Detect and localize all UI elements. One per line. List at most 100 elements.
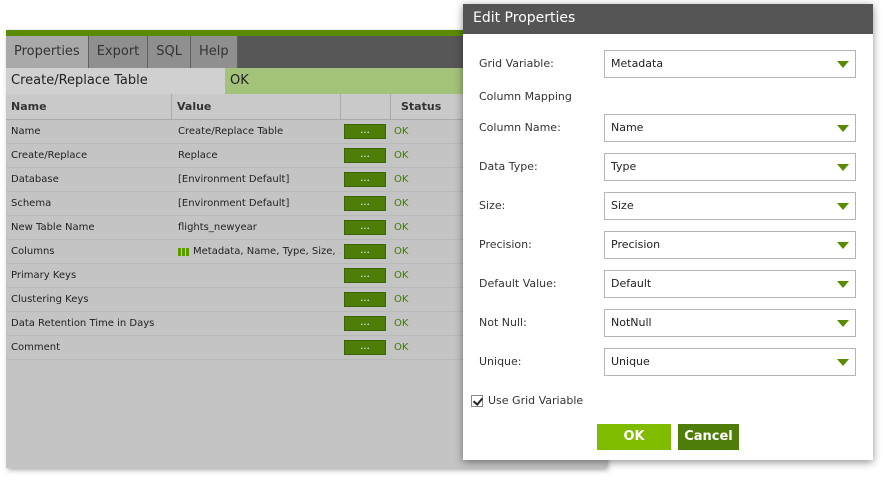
tab-sql[interactable]: SQL [148,36,191,68]
property-value: Metadata, Name, Type, Size, ... [171,246,340,257]
property-value-text: flights_newyear [178,222,257,233]
edit-cell: ... [340,124,390,139]
property-name: Clustering Keys [11,294,89,305]
edit-cell: ... [340,196,390,211]
property-value-text: Replace [178,150,218,161]
property-value: [Environment Default] [171,198,340,209]
property-value-text: [Environment Default] [178,198,290,209]
mapping-field-row: Data Type: Type [463,153,873,181]
use-grid-variable-label: Use Grid Variable [488,394,584,407]
tab-help[interactable]: Help [191,36,238,68]
property-name: New Table Name [11,222,95,233]
property-value: [Environment Default] [171,174,340,185]
grid-variable-row: Grid Variable: Metadata [463,50,873,78]
ok-button[interactable]: OK [597,424,671,450]
tab-properties[interactable]: Properties [6,36,89,68]
chevron-down-icon [837,242,849,249]
edit-property-button[interactable]: ... [344,292,386,307]
header-button-column [340,94,390,119]
property-value-text: [Environment Default] [178,174,290,185]
mapping-field-value: Size [611,199,634,212]
grid-icon-bar [178,247,181,256]
mapping-field-value: Type [611,160,637,173]
mapping-field-value: NotNull [611,316,652,329]
use-grid-variable-checkbox[interactable]: Use Grid Variable [471,394,583,407]
chevron-down-icon [837,203,849,210]
grid-variable-value: Metadata [611,57,664,70]
property-name: Data Retention Time in Days [11,318,155,329]
edit-cell: ... [340,244,390,259]
chevron-down-icon [837,164,849,171]
mapping-field-select[interactable]: NotNull [604,309,856,337]
chevron-down-icon [837,125,849,132]
property-name: Comment [11,342,60,353]
mapping-field-value: Precision [611,238,661,251]
column-mapping-label: Column Mapping [479,90,572,103]
edit-property-button[interactable]: ... [344,316,386,331]
mapping-field-row: Column Name: Name [463,114,873,142]
property-name: Schema [11,198,52,209]
edit-property-button[interactable]: ... [344,244,386,259]
grid-icon-bar [186,247,189,256]
mapping-field-row: Default Value: Default [463,270,873,298]
screen: Properties Export SQL Help Create/Replac… [0,0,883,480]
edit-cell: ... [340,340,390,355]
mapping-field-row: Not Null: NotNull [463,309,873,337]
chevron-down-icon [837,281,849,288]
mapping-field-label: Default Value: [479,277,557,290]
grid-icon [178,247,189,256]
grid-variable-select[interactable]: Metadata [604,50,856,78]
checkbox-checked-icon[interactable] [471,394,483,407]
mapping-field-label: Size: [479,199,506,212]
property-name: Name [11,126,41,137]
property-name: Database [11,174,59,185]
mapping-field-select[interactable]: Default [604,270,856,298]
mapping-field-select[interactable]: Precision [604,231,856,259]
cancel-button[interactable]: Cancel [678,424,739,450]
edit-properties-dialog: Edit Properties Grid Variable: Metadata … [463,4,873,460]
edit-cell: ... [340,316,390,331]
mapping-field-label: Unique: [479,355,522,368]
mapping-field-select[interactable]: Unique [604,348,856,376]
edit-cell: ... [340,292,390,307]
header-name: Name [11,100,47,113]
mapping-field-label: Column Name: [479,121,561,134]
edit-property-button[interactable]: ... [344,340,386,355]
mapping-field-select[interactable]: Size [604,192,856,220]
property-value-text: Create/Replace Table [178,126,284,137]
edit-property-button[interactable]: ... [344,268,386,283]
mapping-field-select[interactable]: Type [604,153,856,181]
grid-variable-label: Grid Variable: [479,57,554,70]
mapping-field-value: Name [611,121,644,134]
mapping-field-label: Not Null: [479,316,527,329]
mapping-field-row: Size: Size [463,192,873,220]
property-value-text: Metadata, Name, Type, Size, ... [193,246,340,257]
dialog-title: Edit Properties [463,4,873,34]
mapping-field-value: Unique [611,355,650,368]
chevron-down-icon [837,320,849,327]
edit-cell: ... [340,220,390,235]
property-value: Create/Replace Table [171,126,340,137]
header-value: Value [171,94,340,119]
mapping-field-select[interactable]: Name [604,114,856,142]
edit-property-button[interactable]: ... [344,124,386,139]
mapping-field-row: Precision: Precision [463,231,873,259]
mapping-field-value: Default [611,277,652,290]
edit-property-button[interactable]: ... [344,148,386,163]
mapping-field-row: Unique: Unique [463,348,873,376]
tab-export[interactable]: Export [88,36,149,68]
edit-property-button[interactable]: ... [344,172,386,187]
edit-cell: ... [340,268,390,283]
grid-icon-bar [182,247,185,256]
edit-cell: ... [340,148,390,163]
property-value: Replace [171,150,340,161]
mapping-field-label: Precision: [479,238,532,251]
property-value: flights_newyear [171,222,340,233]
component-name: Create/Replace Table [6,68,225,94]
property-name: Columns [11,246,55,257]
edit-cell: ... [340,172,390,187]
mapping-field-label: Data Type: [479,160,538,173]
edit-property-button[interactable]: ... [344,196,386,211]
edit-property-button[interactable]: ... [344,220,386,235]
property-name: Primary Keys [11,270,77,281]
